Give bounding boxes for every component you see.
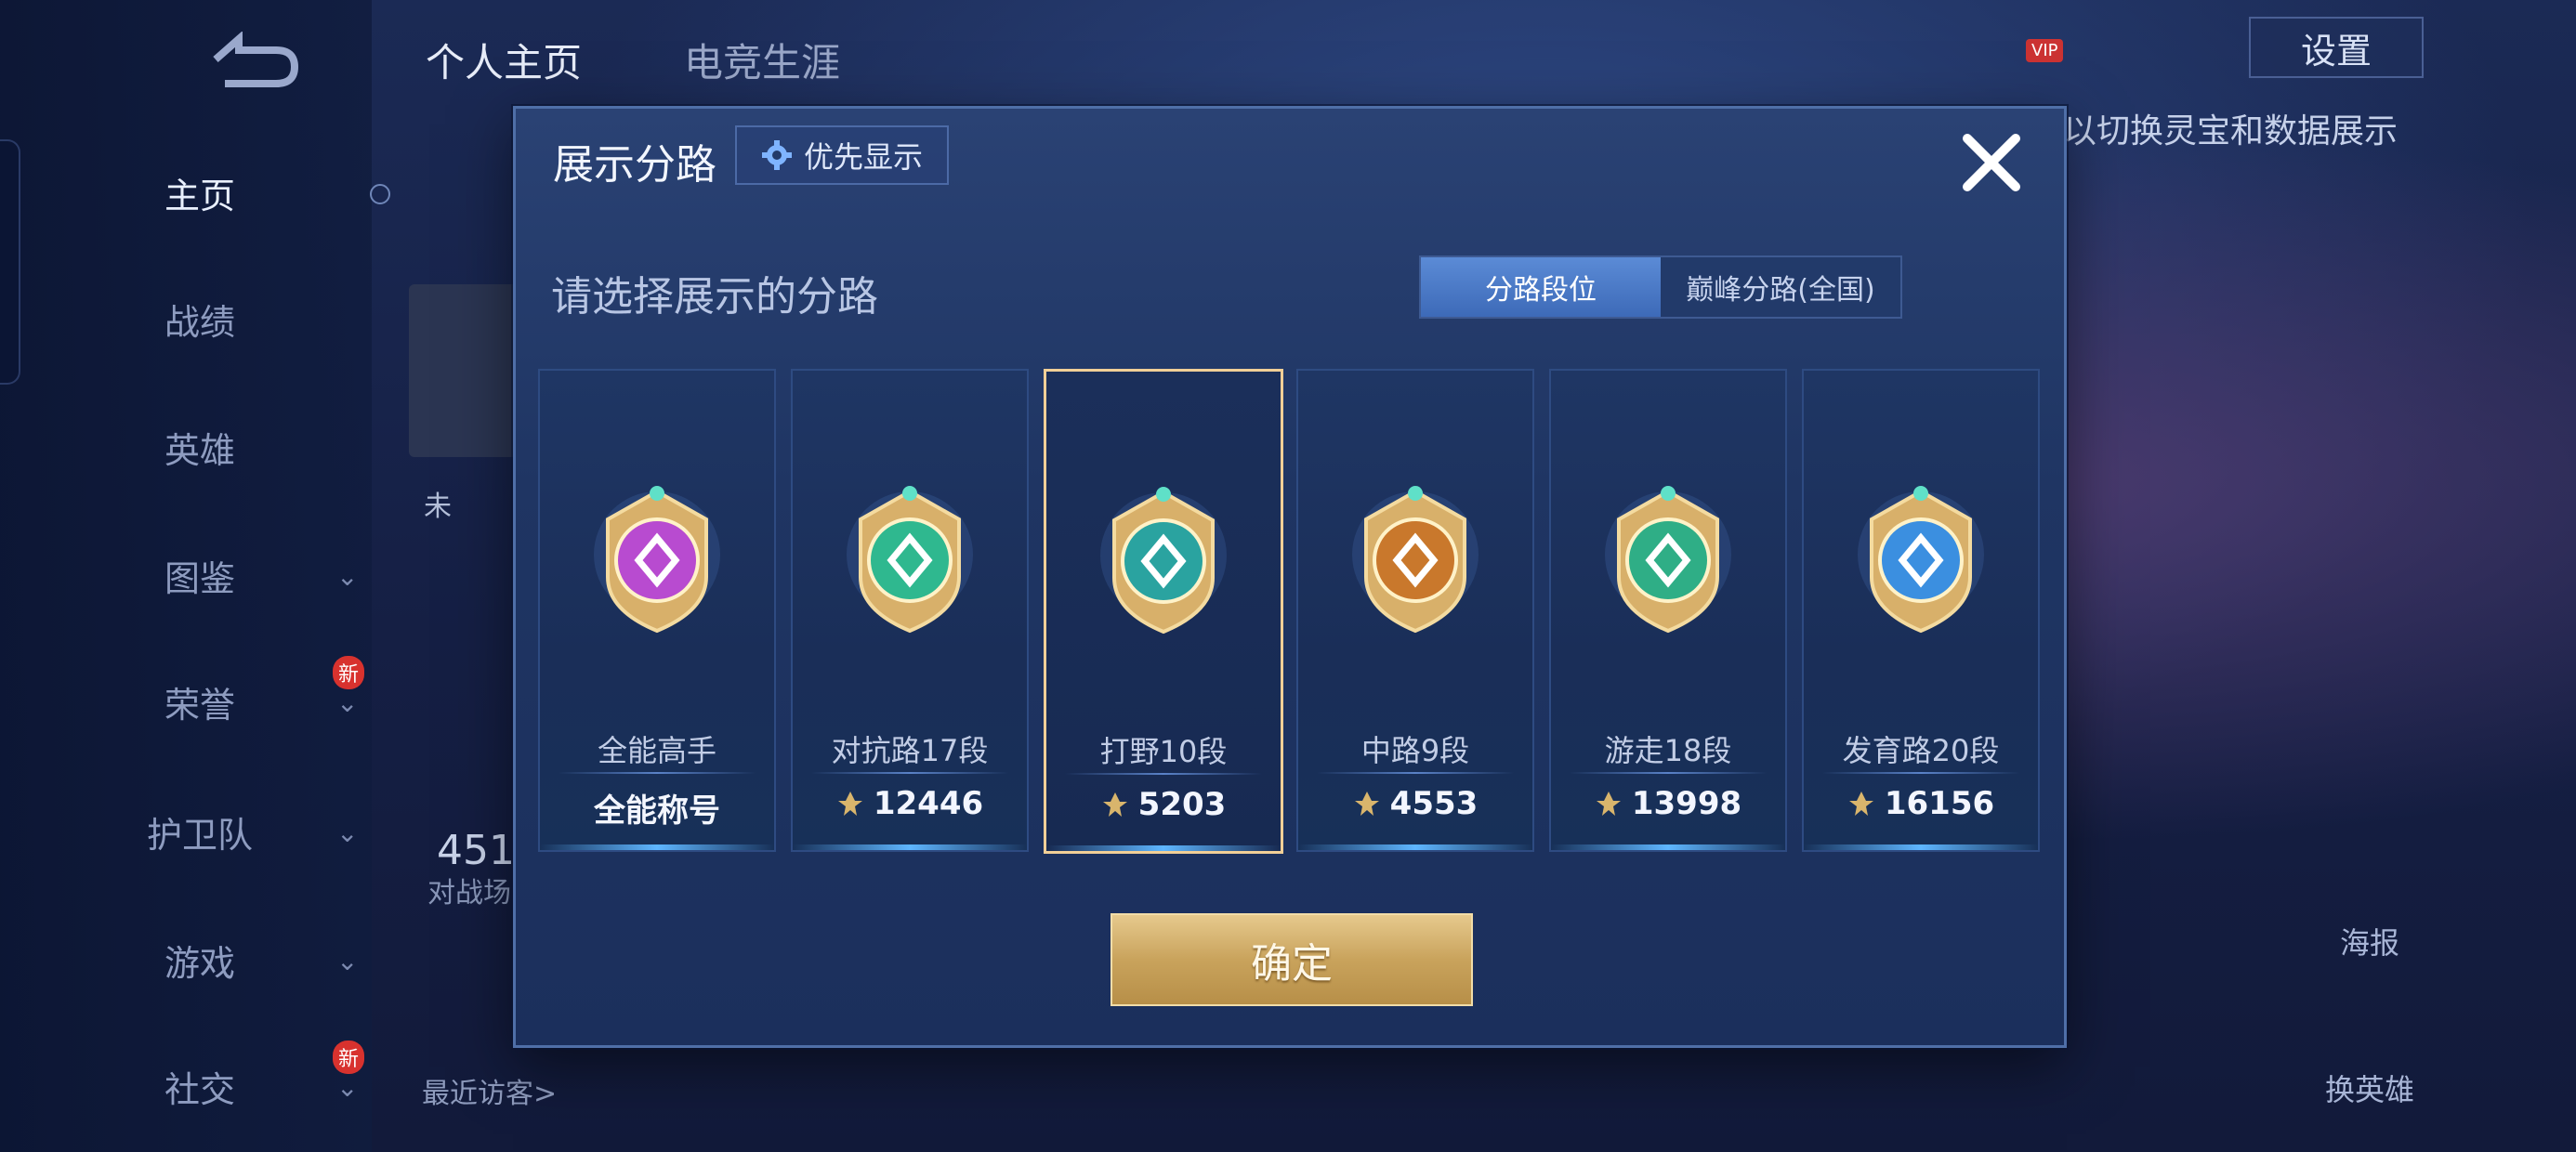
sidebar-item-label: 护卫队 bbox=[146, 814, 253, 856]
sidebar-item-heroes[interactable]: 英雄 bbox=[130, 414, 362, 479]
card-glow bbox=[540, 844, 774, 850]
card-glow bbox=[1551, 844, 1785, 850]
all-round-badge-icon bbox=[594, 486, 720, 634]
lane-card[interactable]: 游走18段 13998 bbox=[1549, 369, 1787, 852]
lane-name: 全能高手 bbox=[597, 733, 716, 768]
divider bbox=[1317, 772, 1514, 774]
priority-display-button[interactable]: 优先显示 bbox=[735, 125, 949, 185]
new-badge: 新 bbox=[333, 1041, 365, 1074]
lane-score: 全能称号 bbox=[540, 785, 774, 831]
side-drawer-handle[interactable] bbox=[0, 139, 20, 385]
chevron-down-icon: ⌄ bbox=[336, 687, 359, 718]
clash-lane-badge-icon bbox=[847, 486, 973, 634]
rank-points-icon bbox=[837, 792, 862, 816]
card-glow bbox=[1298, 844, 1532, 850]
divider bbox=[1822, 772, 2019, 774]
settings-button[interactable]: 设置 bbox=[2249, 17, 2424, 78]
avatar[interactable] bbox=[409, 284, 520, 457]
sidebar-item-games[interactable]: 游戏 ⌄ bbox=[130, 927, 362, 992]
card-glow bbox=[1046, 845, 1281, 851]
match-count-label: 对战场 bbox=[427, 877, 511, 910]
sidebar-item-record[interactable]: 战绩 bbox=[130, 286, 362, 351]
sidebar-item-codex[interactable]: 图鉴 ⌄ bbox=[130, 543, 362, 608]
chevron-down-icon: ⌄ bbox=[336, 1072, 359, 1103]
sidebar-item-home[interactable]: 主页 bbox=[130, 160, 390, 225]
lane-mode-toggle: 分路段位 巅峰分路(全国) bbox=[1419, 255, 1902, 319]
divider bbox=[811, 772, 1008, 774]
lane-score-value: 全能称号 bbox=[594, 792, 720, 830]
card-glow bbox=[1804, 844, 2038, 850]
lane-score: 16156 bbox=[1804, 785, 2038, 822]
chevron-down-icon: ⌄ bbox=[336, 818, 359, 848]
hint-text: 以切换灵宝和数据展示 bbox=[2063, 112, 2399, 151]
lane-score-value: 12446 bbox=[873, 785, 984, 822]
tab-esports[interactable]: 电竞生涯 bbox=[684, 32, 840, 88]
lane-score-value: 16156 bbox=[1884, 785, 1995, 822]
rank-points-icon bbox=[1102, 792, 1127, 817]
back-arrow-icon[interactable] bbox=[197, 32, 299, 87]
lane-display-dialog: 展示分路 优先显示 请选择展示的分路 分路段位 巅峰分路(全国) 全能高手全能称… bbox=[513, 106, 2067, 1048]
jungle-badge-icon bbox=[1100, 487, 1227, 635]
card-glow bbox=[793, 844, 1027, 850]
sidebar-item-honor[interactable]: 荣誉 新 ⌄ bbox=[130, 656, 365, 734]
sidebar-item-label: 主页 bbox=[164, 175, 235, 216]
lane-score-value: 13998 bbox=[1631, 785, 1742, 822]
sidebar-item-label: 战绩 bbox=[164, 301, 235, 343]
status-text: 未 bbox=[424, 491, 452, 523]
lane-name: 游走18段 bbox=[1604, 733, 1732, 768]
chevron-down-icon: ⌄ bbox=[336, 946, 359, 976]
new-badge: 新 bbox=[333, 656, 365, 689]
profile-tabs: 个人主页 电竞生涯 bbox=[426, 32, 840, 88]
divider bbox=[1570, 772, 1767, 774]
vip-badge: VIP bbox=[2026, 39, 2064, 62]
tab-lane-rank[interactable]: 分路段位 bbox=[1421, 257, 1661, 317]
match-count: 451 bbox=[437, 827, 515, 874]
sidebar-item-label: 游戏 bbox=[164, 942, 235, 984]
dialog-subtitle: 请选择展示的分路 bbox=[551, 273, 878, 321]
lane-name: 中路9段 bbox=[1360, 733, 1470, 768]
lane-score: 5203 bbox=[1046, 786, 1281, 823]
lane-card[interactable]: 发育路20段 16156 bbox=[1802, 369, 2040, 852]
roam-badge-icon bbox=[1605, 486, 1731, 634]
rank-points-icon bbox=[1596, 792, 1621, 816]
divider bbox=[559, 772, 756, 774]
lane-score-value: 5203 bbox=[1137, 786, 1227, 823]
recent-visitors-link[interactable]: 最近访客> bbox=[422, 1070, 557, 1111]
sidebar-item-guard[interactable]: 护卫队 ⌄ bbox=[130, 799, 362, 864]
dialog-title: 展示分路 bbox=[553, 141, 716, 189]
close-icon[interactable] bbox=[1954, 125, 2029, 200]
priority-display-label: 优先显示 bbox=[803, 139, 923, 175]
sidebar-item-label: 图鉴 bbox=[164, 557, 235, 599]
lane-card[interactable]: 对抗路17段 12446 bbox=[791, 369, 1029, 852]
farm-lane-badge-icon bbox=[1858, 486, 1984, 634]
active-indicator-icon bbox=[370, 184, 390, 204]
gear-icon bbox=[761, 140, 792, 170]
poster-button[interactable]: 海报 bbox=[2314, 920, 2425, 962]
sidebar-item-label: 荣誉 bbox=[164, 684, 235, 726]
lane-score: 13998 bbox=[1551, 785, 1785, 822]
rank-points-icon bbox=[1354, 792, 1379, 816]
sidebar-item-label: 社交 bbox=[164, 1068, 235, 1110]
left-sidebar: 主页 战绩 英雄 图鉴 ⌄ 荣誉 新 ⌄ 护卫队 ⌄ 游戏 ⌄ 社交 新 ⌄ bbox=[0, 0, 390, 1152]
confirm-button[interactable]: 确定 bbox=[1111, 913, 1473, 1006]
tab-profile[interactable]: 个人主页 bbox=[426, 32, 582, 88]
lane-score: 12446 bbox=[793, 785, 1027, 822]
lane-name: 打野10段 bbox=[1099, 734, 1228, 769]
sidebar-item-social[interactable]: 社交 新 ⌄ bbox=[130, 1041, 365, 1119]
sidebar-item-label: 英雄 bbox=[164, 429, 235, 471]
lane-name: 对抗路17段 bbox=[831, 733, 989, 768]
lane-card-list: 全能高手 全能称号 对抗路17段 12446 打野10段 5203 中路9段 4553 游走18… bbox=[538, 369, 2044, 854]
tab-peak-lane[interactable]: 巅峰分路(全国) bbox=[1661, 257, 1900, 317]
lane-card[interactable]: 打野10段 5203 bbox=[1044, 369, 1283, 854]
lane-card[interactable]: 中路9段 4553 bbox=[1296, 369, 1534, 852]
chevron-down-icon: ⌄ bbox=[336, 561, 359, 592]
lane-score: 4553 bbox=[1298, 785, 1532, 822]
mid-lane-badge-icon bbox=[1352, 486, 1479, 634]
switch-hero-button[interactable]: 换英雄 bbox=[2314, 1067, 2425, 1109]
lane-name: 发育路20段 bbox=[1842, 733, 2000, 768]
divider bbox=[1065, 773, 1262, 775]
lane-score-value: 4553 bbox=[1389, 785, 1479, 822]
lane-card[interactable]: 全能高手 全能称号 bbox=[538, 369, 776, 852]
rank-points-icon bbox=[1848, 792, 1873, 816]
